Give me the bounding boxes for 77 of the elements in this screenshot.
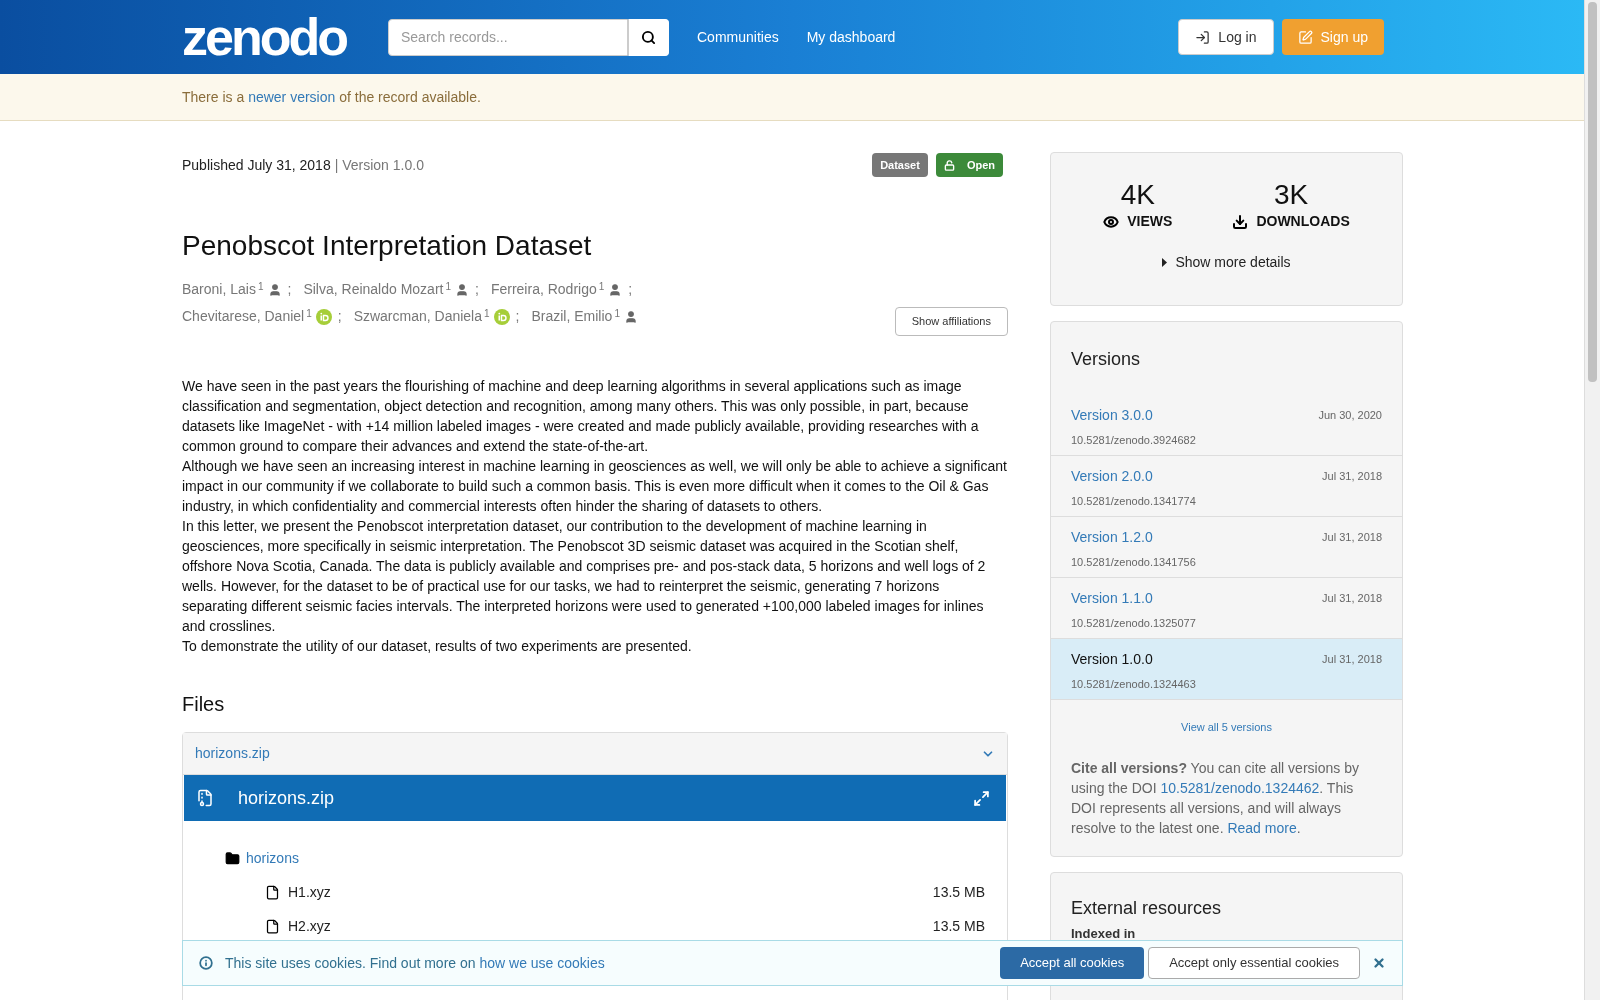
author-link[interactable]: Silva, Reinaldo Mozart — [303, 276, 444, 303]
show-more-details-button[interactable]: Show more details — [1162, 252, 1291, 273]
description-paragraph: In this letter, we present the Penobscot interpretation dataset, our contribution to the development of machine learning in geosciences, more specifically in seismic interpretation. The Penobscot 3D seismic dataset was acquired in the Scotian shelf, offshore Nova Scotia, Canada. The data is publicly available and comprises pre- and pos-stack data, 5 horizons and well logs of 2 wells. However, for the dataset to be of practical use for our tasks, we had to reinterpret the seismic, generating 7 horizons separating different seismic facies intervals. The interpreted horizons were used to generated +100,000 labeled images for inlines and crosslines. — [182, 517, 987, 636]
nav-link[interactable]: Communities — [697, 26, 779, 48]
show-affiliations-button[interactable]: Show affiliations — [894, 307, 1008, 336]
version-date: Jul 31, 2018 — [1322, 652, 1382, 668]
affiliation-mark: 1 — [257, 282, 264, 292]
version-link[interactable]: Version 1.2.0 — [1071, 527, 1153, 548]
stat-value: 4K — [1120, 181, 1155, 209]
version-date: Jul 31, 2018 — [1322, 469, 1382, 485]
description-paragraph: Although we have seen an increasing interest in machine learning in geosciences as well, we will only be able to achieve a significant impact in our community if we collaborate to build such a common basis. This is even more difficult when it comes to the Oil & Gas industry, in which confidentiality and commercial interests often hinder the sharing of datasets to others. — [182, 457, 1008, 516]
accept-essential-cookies-button[interactable]: Accept only essential cookies — [1148, 947, 1360, 979]
affiliation-mark: 1 — [445, 282, 451, 292]
files-heading: Files — [182, 692, 226, 717]
version-link[interactable]: Version 1.0.0 — [1071, 649, 1153, 670]
read-more-link[interactable]: Read more — [1227, 820, 1297, 836]
version-row[interactable]: Version 2.0.0 Jul 31, 2018 10.5281/zenodo.1341774 — [1051, 456, 1402, 517]
affiliation-mark: 1 — [306, 309, 312, 319]
versions-heading: Versions — [1070, 348, 1142, 371]
panel-title: horizons.zip — [195, 744, 270, 763]
author-link[interactable]: Brazil, Emilio — [531, 303, 613, 330]
author-separator: ; — [628, 280, 633, 299]
version-row[interactable]: Version 1.0.0 Jul 31, 2018 10.5281/zenodo.1324463 — [1051, 639, 1402, 700]
file-name: H2.xyz — [288, 916, 331, 936]
record-title: Penobscot Interpretation Dataset — [182, 232, 593, 260]
folder-link[interactable]: horizons — [246, 847, 299, 869]
zenodo-logo[interactable]: zenodo — [182, 11, 346, 63]
files-panel-header[interactable]: horizons.zip — [183, 733, 1007, 775]
accept-all-cookies-button[interactable]: Accept all cookies — [1000, 947, 1145, 979]
version-doi: 10.5281/zenodo.3924682 — [1071, 433, 1197, 448]
stat-value: 3K — [1273, 181, 1309, 209]
version-doi: 10.5281/zenodo.1324463 — [1071, 677, 1197, 692]
indexed-in-label: Indexed in — [1071, 925, 1137, 943]
file-name: H1.xyz — [288, 882, 331, 902]
version-date: Jul 31, 2018 — [1322, 530, 1382, 546]
author-separator: ; — [287, 280, 292, 299]
version-link[interactable]: Version 2.0.0 — [1071, 466, 1153, 487]
published-date: Published July 31, 2018 — [182, 155, 331, 175]
author-separator: ; — [475, 280, 479, 299]
cite-text: Cite all versions? You can cite all versions by using the DOI 10.5281/zenodo.1324462. This DOI represents all versions, and will always resolve to the latest one. Read more. — [1070, 759, 1360, 838]
version-row[interactable]: Version 3.0.0 Jun 30, 2020 10.5281/zenodo.3924682 — [1051, 395, 1402, 456]
author-link[interactable]: Ferreira, Rodrigo — [490, 276, 597, 303]
type-badge: Dataset — [872, 152, 928, 178]
stat-label: DOWNLOADS — [1256, 212, 1350, 231]
nav-link[interactable]: My dashboard — [806, 26, 896, 48]
author-link[interactable]: Szwarcman, Daniela — [353, 303, 482, 330]
author-link[interactable]: Chevitarese, Daniel — [182, 303, 305, 330]
version-date: Jul 31, 2018 — [1322, 591, 1382, 607]
stat-label: VIEWS — [1127, 212, 1173, 231]
external-resources-heading: External resources — [1071, 897, 1223, 920]
file-size: 13.5 MB — [932, 882, 985, 902]
affiliation-mark: 1 — [614, 309, 620, 319]
description-paragraph: We have seen in the past years the flourishing of machine and deep learning algorithms in several applications such as image classification and segmentation, object detection and recognition, among many others. This was only possible, in part, because datasets like ImageNet - with +14 million labeled images - were created and made publicly available, providing researches with a common ground to compare their advances and extend the state-of-the-art. — [182, 377, 980, 456]
version-doi: 10.5281/zenodo.1325077 — [1071, 616, 1197, 631]
author-separator: ; — [337, 307, 342, 326]
search-field[interactable]: Search records... — [388, 18, 628, 56]
view-all-versions-link[interactable]: View all 5 versions — [1181, 721, 1272, 733]
version-label: | Version 1.0.0 — [334, 155, 424, 175]
affiliation-mark: 1 — [484, 309, 490, 319]
cookie-text: This site uses cookies. Find out more on how we use cookies — [225, 953, 605, 973]
newer-version-link[interactable]: newer version — [248, 88, 336, 105]
version-link[interactable]: Version 1.1.0 — [1071, 588, 1153, 609]
access-badge: Open — [935, 152, 1003, 178]
version-link[interactable]: Version 3.0.0 — [1071, 405, 1153, 426]
notice-text: There is a newer version of the record available. — [182, 87, 481, 107]
preview-title: horizons.zip — [238, 786, 335, 810]
version-doi: 10.5281/zenodo.1341756 — [1071, 555, 1197, 570]
cookie-policy-link[interactable]: how we use cookies — [479, 954, 605, 971]
version-doi: 10.5281/zenodo.1341774 — [1071, 494, 1197, 509]
affiliation-mark: 1 — [598, 282, 605, 292]
author-link[interactable]: Baroni, Lais — [182, 276, 256, 303]
author-separator: ; — [515, 307, 520, 326]
description-paragraph: To demonstrate the utility of our dataset, results of two experiments are presented. — [182, 637, 693, 656]
version-date: Jun 30, 2020 — [1318, 408, 1382, 424]
version-row[interactable]: Version 1.2.0 Jul 31, 2018 10.5281/zenodo.1341756 — [1051, 517, 1402, 578]
file-size: 13.5 MB — [932, 916, 985, 936]
login-button[interactable]: Log in — [1178, 19, 1274, 55]
